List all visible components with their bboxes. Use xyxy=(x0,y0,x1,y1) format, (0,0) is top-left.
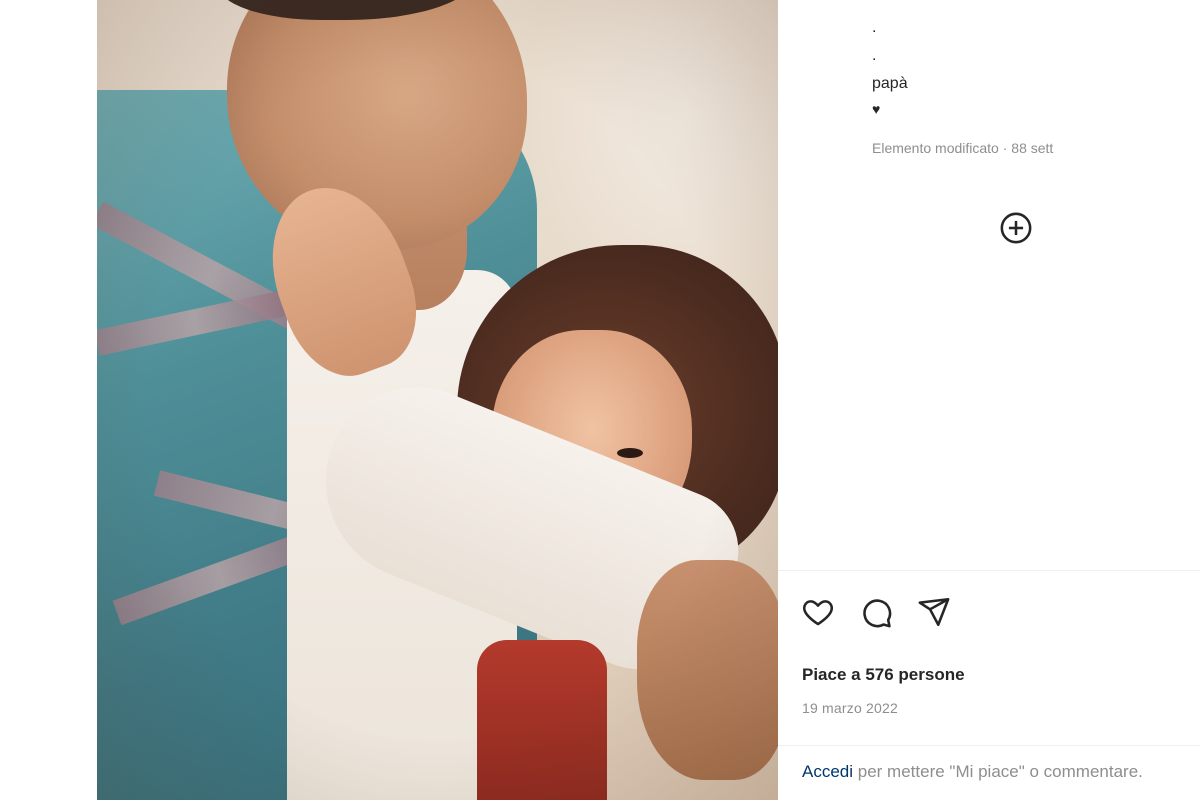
login-link[interactable]: Accedi xyxy=(802,762,853,781)
caption-line: . xyxy=(872,19,877,36)
caption-heart: ♥ xyxy=(872,101,881,117)
like-button[interactable] xyxy=(800,594,836,630)
comment-icon xyxy=(863,599,892,628)
post-caption: . . papà ♥ xyxy=(872,14,1192,126)
heart-icon xyxy=(803,600,833,626)
comment-button[interactable] xyxy=(858,594,894,630)
divider xyxy=(778,570,1200,571)
login-prompt: Accedi per mettere "Mi piace" o commenta… xyxy=(802,762,1200,782)
post-photo[interactable] xyxy=(97,0,778,800)
post-actions-bar xyxy=(800,594,952,630)
photo-vignette xyxy=(97,0,778,800)
caption-line: . xyxy=(872,47,877,64)
login-prompt-text: per mettere "Mi piace" o commentare. xyxy=(853,762,1143,781)
post-date[interactable]: 19 marzo 2022 xyxy=(802,700,898,716)
edited-timestamp: Elemento modificato · 88 sett xyxy=(872,140,1054,156)
plus-circle-icon xyxy=(1000,212,1032,244)
share-button[interactable] xyxy=(916,594,952,630)
likes-count[interactable]: Piace a 576 persone xyxy=(802,665,965,685)
caption-line: papà xyxy=(872,75,908,92)
instagram-post-view: . . papà ♥ Elemento modificato · 88 sett xyxy=(0,0,1200,800)
load-more-comments-button[interactable] xyxy=(999,211,1033,245)
divider xyxy=(778,745,1200,746)
send-icon xyxy=(918,597,950,627)
